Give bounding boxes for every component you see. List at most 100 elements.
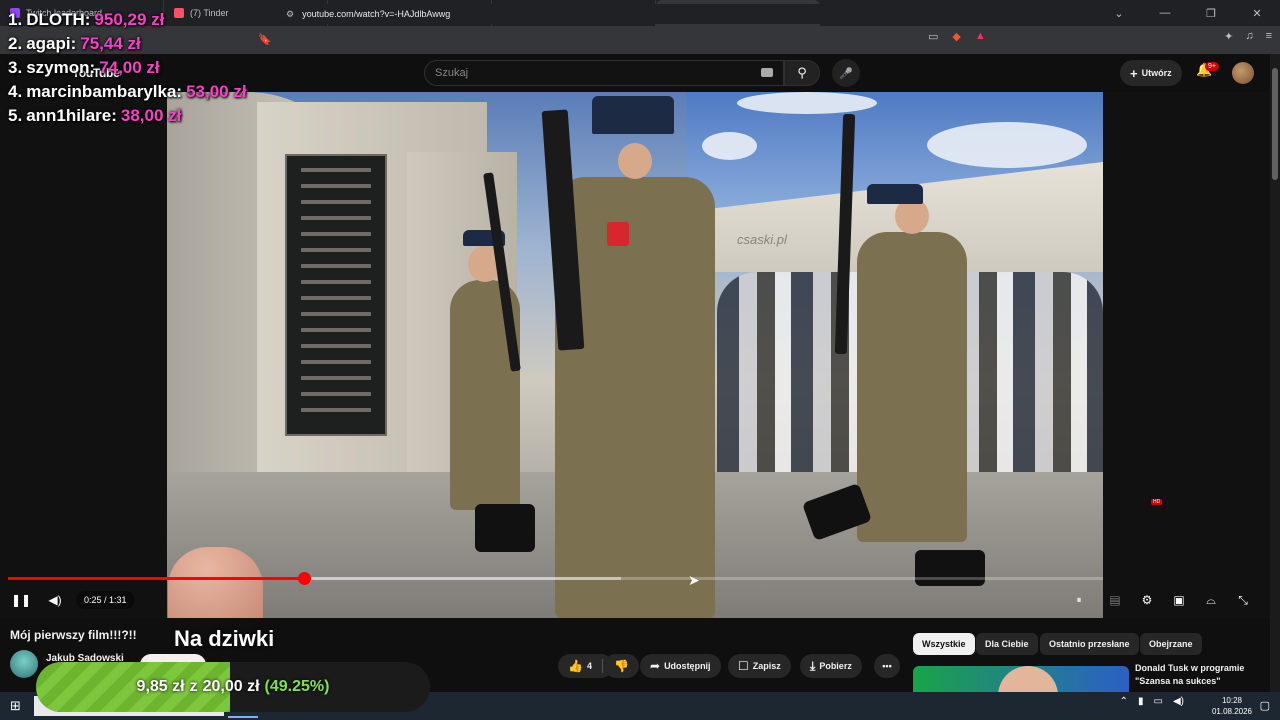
soldier-right-boot — [915, 550, 985, 586]
video-cloud — [737, 92, 877, 114]
site-info-icon[interactable]: ⚙ — [286, 9, 294, 20]
time-display: 0:25 / 1:31 — [76, 591, 135, 609]
create-button[interactable]: + Utwórz — [1120, 60, 1182, 86]
soldier-front — [555, 143, 715, 618]
leaderboard-amount: 950,29 zł — [94, 10, 165, 29]
progress-scrubber[interactable] — [297, 572, 311, 585]
miniplayer-button[interactable]: ▣ — [1168, 590, 1190, 610]
create-label: Utwórz — [1141, 68, 1172, 78]
leaderboard-rank: 5. — [8, 106, 23, 125]
like-count: 4 — [586, 661, 592, 671]
hd-badge: HD — [1151, 499, 1163, 505]
settings-button[interactable]: ⚙ — [1136, 590, 1158, 610]
download-button[interactable]: ⤓ Pobierz — [800, 654, 862, 678]
leaderboard-row: 1. DLOTH: 950,29 zł — [8, 8, 247, 32]
leaderboard-amount: 38,00 zł — [120, 106, 182, 125]
recommended-title[interactable]: Donald Tusk w programie "Szansa na sukce… — [1135, 662, 1270, 688]
clock-date: 01.08.2026 — [1211, 707, 1252, 716]
leaderboard-amount: 74,00 zł — [99, 58, 160, 77]
address-bar[interactable]: ⚙ youtube.com/watch?v=-HAJdlbAwwg — [276, 4, 1000, 24]
scrollbar-thumb[interactable] — [1272, 68, 1278, 180]
extensions-icon[interactable]: ✦ — [1224, 30, 1233, 43]
rewards-icon[interactable]: ▲ — [975, 30, 986, 43]
maximize-button[interactable]: ❐ — [1188, 7, 1234, 20]
brave-shield-icon[interactable]: ◆ — [952, 30, 960, 43]
bookmark-icon[interactable]: 🔖 — [258, 33, 272, 46]
windows-start-icon[interactable]: ⊞ — [10, 698, 21, 714]
share-label: Udostępnij — [664, 661, 711, 671]
volume-icon: ◀) — [48, 593, 62, 607]
video-cloud — [927, 122, 1087, 168]
miniplayer-icon: ▣ — [1173, 593, 1185, 607]
menu-icon[interactable]: ≡ — [1266, 30, 1272, 43]
search-icon: ⚲ — [797, 65, 807, 80]
leaderboard-row: 4. marcinbambarylka: 53,00 zł — [8, 80, 247, 104]
notification-center-icon[interactable]: ▢ — [1260, 699, 1270, 712]
share-button[interactable]: ➦ Udostępnij — [640, 654, 721, 678]
leaderboard-name: marcinbambarylka: — [26, 82, 183, 101]
leaderboard-row: 5. ann1hilare: 38,00 zł — [8, 104, 247, 128]
pip-icon[interactable]: ▭ — [928, 30, 938, 43]
building-sign: csaski.pl — [737, 232, 787, 247]
notification-count-badge: 9+ — [1205, 62, 1219, 71]
filter-chip[interactable]: Obejrzane — [1140, 633, 1202, 655]
donation-goal-text: 9,85 zł z 20,00 zł (49.25%) — [36, 662, 430, 712]
account-avatar[interactable] — [1232, 62, 1254, 84]
voice-search-button[interactable]: 🎤 — [832, 59, 860, 87]
search-button[interactable]: ⚲ — [784, 60, 820, 86]
goal-connector: z — [189, 678, 198, 695]
thumbs-down-icon: 👎 — [614, 659, 629, 673]
minimize-button[interactable]: — — [1142, 7, 1188, 19]
pause-icon: ❚❚ — [10, 593, 32, 607]
save-icon: ☐ — [738, 659, 749, 673]
extensions-area: ✦ ♫ ≡ — [1224, 30, 1272, 43]
tab-search-icon[interactable]: ⌄ — [1096, 7, 1142, 20]
filter-chip[interactable]: Wszystkie — [913, 633, 975, 655]
fullscreen-button[interactable]: ⤡ — [1232, 590, 1254, 610]
video-hand — [168, 547, 263, 618]
progress-played — [8, 577, 304, 580]
share-icon: ➦ — [650, 659, 661, 673]
mic-icon: 🎤 — [839, 67, 853, 80]
search-input[interactable]: Szukaj — [424, 60, 784, 86]
tray-network-icon[interactable]: ▭ — [1154, 696, 1163, 707]
leaderboard-amount: 75,44 zł — [80, 34, 141, 53]
page-scrollbar[interactable] — [1270, 54, 1280, 692]
leaderboard-name: szymon: — [26, 58, 96, 77]
cast-button[interactable]: ⌓ — [1200, 590, 1222, 610]
tray-chevron-icon[interactable]: ⌃ — [1120, 696, 1128, 707]
leaderboard-rank: 1. — [8, 10, 23, 29]
video-title: Mój pierwszy film!!!?!! — [10, 628, 137, 642]
memorial-plaque — [285, 154, 387, 436]
video-player[interactable]: csaski.pl ➤ ❚❚ ◀) 0:25 / 1:31 ⏸ ▤ ⚙ ▣ ⌓ … — [0, 92, 1270, 618]
media-icon[interactable]: ♫ — [1245, 30, 1253, 43]
donation-goal-bar: 9,85 zł z 20,00 zł (49.25%) — [36, 662, 430, 712]
goal-target: 20,00 zł — [202, 678, 260, 695]
channel-avatar[interactable] — [10, 650, 38, 678]
tray-volume-icon[interactable]: ◀) — [1173, 696, 1184, 707]
pause-button[interactable]: ❚❚ — [10, 590, 32, 610]
download-label: Pobierz — [819, 661, 852, 671]
leaderboard-name: DLOTH: — [26, 10, 91, 29]
clock-time: 10:28 — [1221, 696, 1242, 705]
volume-button[interactable]: ◀) — [44, 590, 66, 610]
leaderboard-rank: 2. — [8, 34, 23, 53]
autoplay-toggle[interactable]: ⏸ — [1068, 590, 1090, 610]
close-window-button[interactable]: ✕ — [1234, 7, 1280, 20]
save-button[interactable]: ☐ Zapisz — [728, 654, 791, 678]
keyboard-icon[interactable] — [761, 68, 773, 77]
filter-chip[interactable]: Dla Ciebie — [976, 633, 1038, 655]
taskbar-clock[interactable]: 10:28 01.08.2026 — [1212, 695, 1252, 717]
filter-chip[interactable]: Ostatnio przesłane — [1040, 633, 1139, 655]
screen: Twitch leaderboard(7) Tinder(1) Instagra… — [0, 0, 1280, 720]
dislike-button[interactable]: 👎 — [604, 654, 639, 678]
cast-icon: ⌓ — [1206, 592, 1216, 607]
soldier-front-cap — [592, 96, 674, 134]
leaderboard-row: 2. agapi: 75,44 zł — [8, 32, 247, 56]
goal-current: 9,85 zł — [136, 678, 185, 695]
tray-usb-icon[interactable]: ▮ — [1138, 696, 1144, 707]
subtitles-button[interactable]: ▤ — [1104, 590, 1126, 610]
more-actions-button[interactable]: ••• — [874, 654, 900, 678]
video-frame[interactable]: csaski.pl — [167, 92, 1103, 618]
soldier-right — [857, 198, 967, 542]
